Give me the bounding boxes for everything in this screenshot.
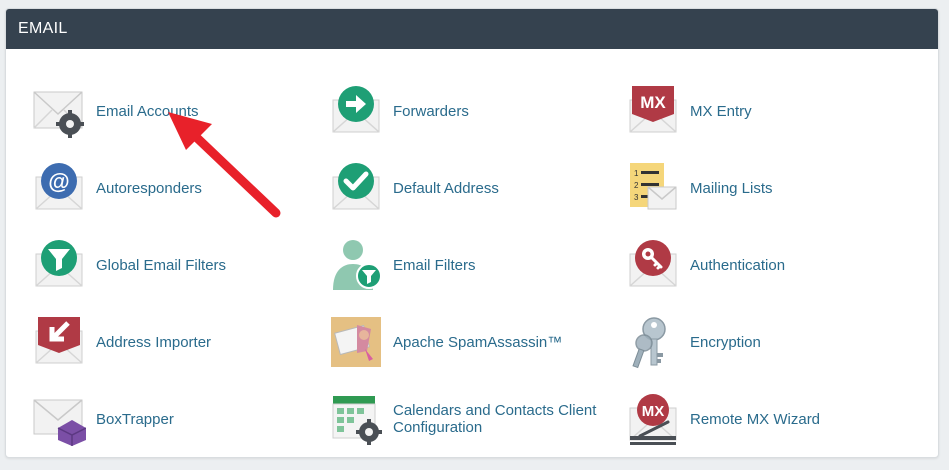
address-importer-link[interactable]: Address Importer — [32, 312, 322, 372]
mailing-lists-label: Mailing Lists — [690, 179, 773, 197]
remote-mx-wizard-label: Remote MX Wizard — [690, 410, 821, 428]
boxtrapper-link[interactable]: BoxTrapper — [32, 389, 322, 449]
svg-text:2: 2 — [634, 181, 639, 190]
svg-text:1: 1 — [634, 169, 639, 178]
authentication-icon — [626, 238, 680, 292]
calendars-contacts-icon — [329, 392, 383, 446]
calendars-contacts-link[interactable]: Calendars and Contacts Client Configurat… — [329, 389, 619, 449]
mx-entry-label: MX Entry — [690, 102, 752, 120]
section-header: EMAIL — [6, 9, 938, 49]
forwarders-icon — [329, 84, 383, 138]
mx-entry-icon: MX — [626, 84, 680, 138]
remote-mx-wizard-link[interactable]: MX Remote MX Wizard — [626, 389, 916, 449]
boxtrapper-icon — [32, 392, 86, 446]
calendars-contacts-label: Calendars and Contacts Client Configurat… — [393, 402, 597, 436]
apache-spamassassin-icon — [329, 315, 383, 369]
email-panel: EMAIL Email Accounts Forwarders MX MX En… — [5, 8, 939, 458]
apache-spamassassin-label: Apache SpamAssassin™ — [393, 333, 563, 351]
autoresponders-link[interactable]: @ Autoresponders — [32, 158, 322, 218]
svg-text:MX: MX — [642, 403, 665, 420]
authentication-link[interactable]: Authentication — [626, 235, 916, 295]
svg-text:3: 3 — [634, 193, 639, 202]
global-email-filters-icon — [32, 238, 86, 292]
svg-text:@: @ — [48, 169, 69, 194]
mx-entry-link[interactable]: MX MX Entry — [626, 81, 916, 141]
email-filters-label: Email Filters — [393, 256, 476, 274]
address-importer-icon — [32, 315, 86, 369]
global-email-filters-link[interactable]: Global Email Filters — [32, 235, 322, 295]
email-accounts-link[interactable]: Email Accounts — [32, 81, 322, 141]
default-address-label: Default Address — [393, 179, 499, 197]
svg-text:MX: MX — [640, 93, 666, 112]
mailing-lists-icon: 1 2 3 — [626, 161, 680, 215]
authentication-label: Authentication — [690, 256, 786, 274]
encryption-icon — [626, 315, 680, 369]
mailing-lists-link[interactable]: 1 2 3 Mailing Lists — [626, 158, 916, 218]
email-filters-icon — [329, 238, 383, 292]
default-address-link[interactable]: Default Address — [329, 158, 619, 218]
forwarders-link[interactable]: Forwarders — [329, 81, 619, 141]
email-accounts-label: Email Accounts — [96, 102, 199, 120]
email-accounts-icon — [32, 84, 86, 138]
email-filters-link[interactable]: Email Filters — [329, 235, 619, 295]
global-email-filters-label: Global Email Filters — [96, 256, 227, 274]
default-address-icon — [329, 161, 383, 215]
autoresponders-label: Autoresponders — [96, 179, 202, 197]
address-importer-label: Address Importer — [96, 333, 212, 351]
boxtrapper-label: BoxTrapper — [96, 410, 174, 428]
remote-mx-wizard-icon: MX — [626, 392, 680, 446]
forwarders-label: Forwarders — [393, 102, 469, 120]
encryption-label: Encryption — [690, 333, 761, 351]
autoresponders-icon: @ — [32, 161, 86, 215]
apache-spamassassin-link[interactable]: Apache SpamAssassin™ — [329, 312, 619, 372]
encryption-link[interactable]: Encryption — [626, 312, 916, 372]
